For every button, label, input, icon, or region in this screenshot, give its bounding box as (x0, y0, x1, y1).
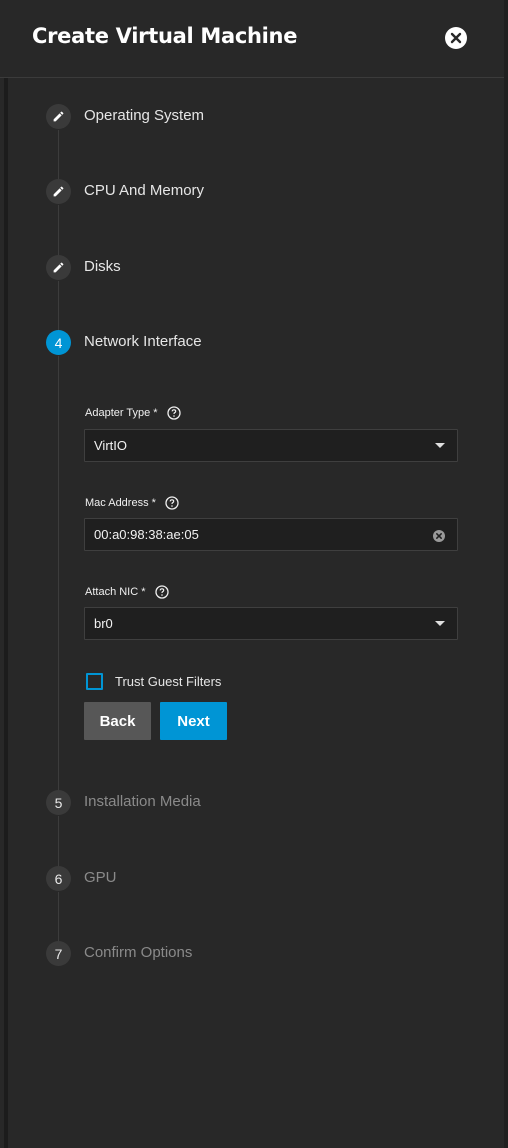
step-number: 5 (46, 790, 71, 815)
step-label: Disks (84, 258, 121, 275)
step-network-interface[interactable]: 4 Network Interface (46, 330, 466, 356)
attach-nic-label: Attach NIC * (85, 585, 169, 599)
dropdown-arrow-icon (435, 621, 445, 626)
trust-guest-filters-label[interactable]: Trust Guest Filters (115, 674, 221, 689)
dialog-header: Create Virtual Machine (0, 0, 504, 78)
step-label: GPU (84, 869, 117, 886)
mac-address-label: Mac Address * (85, 496, 179, 510)
step-number: 7 (46, 941, 71, 966)
step-connector (58, 281, 59, 331)
step-connector (58, 130, 59, 180)
step-label: Operating System (84, 107, 205, 124)
field-label-text: Adapter Type * (85, 407, 158, 419)
step-label: Network Interface (84, 333, 202, 350)
step-operating-system[interactable]: Operating System (46, 104, 466, 130)
step-connector (58, 356, 59, 790)
step-label: CPU And Memory (84, 182, 205, 199)
attach-nic-select[interactable]: br0 (84, 607, 458, 640)
dropdown-arrow-icon (435, 443, 445, 448)
scrollbar-track[interactable] (504, 0, 508, 1148)
step-connector (58, 205, 59, 255)
selected-value: VirtIO (94, 438, 127, 453)
adapter-type-label: Adapter Type * (85, 406, 181, 420)
help-icon[interactable] (166, 406, 181, 420)
dialog-title: Create Virtual Machine (32, 24, 298, 48)
step-number: 6 (46, 866, 71, 891)
trust-guest-filters-checkbox[interactable] (86, 673, 103, 690)
back-button[interactable]: Back (84, 702, 151, 740)
step-disks[interactable]: Disks (46, 255, 466, 281)
step-confirm-options[interactable]: 7 Confirm Options (46, 941, 466, 967)
step-number: 4 (46, 330, 71, 355)
clear-icon[interactable] (433, 529, 445, 547)
pencil-icon (46, 104, 71, 129)
left-edge-rail (4, 78, 8, 1148)
field-label-text: Mac Address * (85, 497, 156, 509)
mac-address-input[interactable]: 00:a0:98:38:ae:05 (84, 518, 458, 551)
pencil-icon (46, 255, 71, 280)
step-label: Confirm Options (84, 944, 193, 961)
help-icon[interactable] (154, 585, 169, 599)
help-icon[interactable] (165, 496, 179, 510)
selected-value: br0 (94, 616, 113, 631)
pencil-icon (46, 179, 71, 204)
input-value: 00:a0:98:38:ae:05 (94, 527, 199, 542)
step-connector (58, 816, 59, 866)
step-label: Installation Media (84, 793, 201, 810)
create-vm-dialog: Create Virtual Machine Operating System … (0, 0, 508, 1148)
close-icon[interactable] (445, 27, 467, 49)
field-label-text: Attach NIC * (85, 586, 146, 598)
step-connector (58, 892, 59, 941)
step-cpu-and-memory[interactable]: CPU And Memory (46, 179, 466, 205)
next-button[interactable]: Next (160, 702, 227, 740)
step-installation-media[interactable]: 5 Installation Media (46, 790, 466, 816)
adapter-type-select[interactable]: VirtIO (84, 429, 458, 462)
step-gpu[interactable]: 6 GPU (46, 866, 466, 892)
